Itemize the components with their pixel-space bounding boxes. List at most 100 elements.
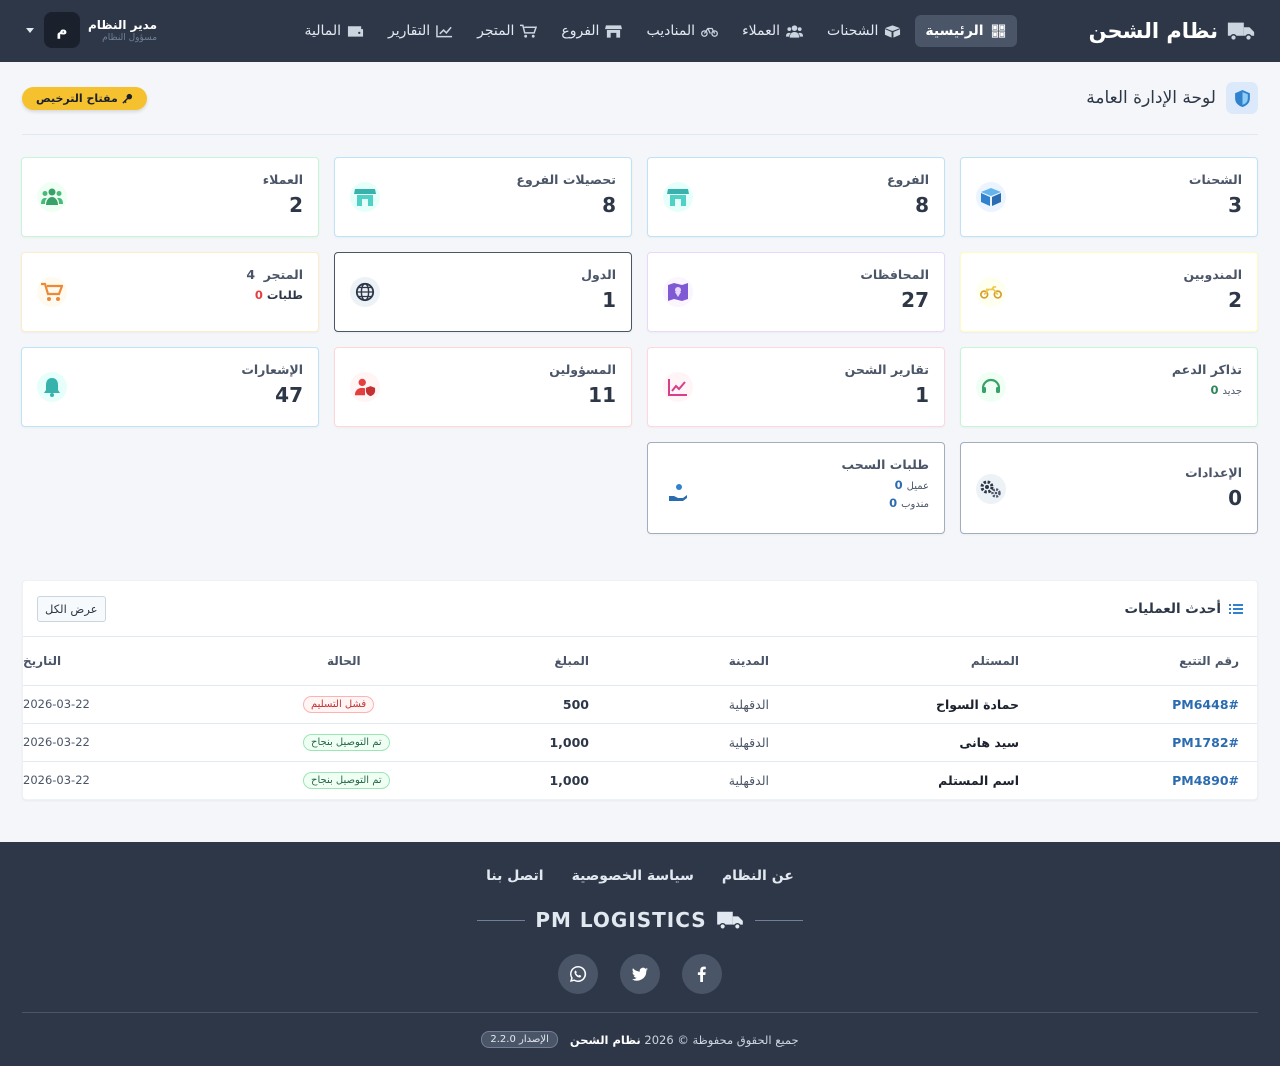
tracking-link[interactable]: PM1782#: [1172, 735, 1239, 750]
tracking-link[interactable]: PM6448#: [1172, 697, 1239, 712]
boxes-icon: [885, 25, 901, 38]
nav-item-branches[interactable]: الفروع: [551, 15, 632, 47]
city-cell: الدقهلية: [728, 772, 769, 788]
copyright: جميع الحقوق محفوظة © 2026 نظام الشحن الإ…: [0, 1031, 1280, 1048]
license-key-button[interactable]: مفتاح الترخيص: [22, 86, 147, 110]
globe-icon: [350, 277, 380, 307]
users-icon: [37, 182, 67, 212]
city-cell: الدقهلية: [607, 723, 787, 762]
receiver-cell: حمادة السواح: [787, 685, 1037, 724]
card-shipping-reports[interactable]: تقارير الشحن 1: [647, 347, 945, 427]
nav-item-couriers[interactable]: المناديب: [636, 15, 728, 47]
card-label: المتجر 4: [246, 267, 303, 282]
card-notifications[interactable]: الإشعارات 47: [21, 347, 319, 427]
card-support-tickets[interactable]: تذاكر الدعم جديد 0: [960, 347, 1258, 427]
copyright-prefix: جميع الحقوق محفوظة © 2026: [644, 1032, 799, 1047]
card-label: تذاكر الدعم: [1171, 362, 1242, 377]
card-text: الإشعارات 47: [241, 362, 303, 407]
user-info: مدير النظام مسؤول النظام: [88, 18, 157, 43]
user-name: مدير النظام: [88, 17, 158, 32]
card-text: طلبات السحب عميل 0 مندوب 0: [841, 457, 929, 510]
gears-icon: [976, 474, 1006, 504]
card-label: العملاء: [262, 172, 303, 187]
nav-item-shipments[interactable]: الشحنات: [817, 15, 911, 47]
facebook-icon[interactable]: [682, 954, 722, 994]
col-amount[interactable]: المبلغ: [457, 637, 607, 686]
version-badge: الإصدار 2.2.0: [481, 1031, 558, 1048]
col-receiver[interactable]: المستلم: [787, 637, 1037, 686]
divider: [22, 1012, 1258, 1013]
nav-item-label: التقارير: [388, 23, 431, 39]
shield-icon: [1226, 82, 1258, 114]
col-date[interactable]: التاريخ: [23, 637, 277, 686]
col-tracking[interactable]: رقم التتبع: [1037, 637, 1257, 686]
avatar[interactable]: م: [44, 12, 80, 48]
card-countries[interactable]: الدول 1: [334, 252, 632, 332]
card-store[interactable]: المتجر 4 طلبات 0: [21, 252, 319, 332]
receiver-cell: سيد هانى: [787, 723, 1037, 762]
withdrawals-customer: عميل 0: [841, 478, 929, 492]
motorcycle-icon: [976, 277, 1006, 307]
page-title-text: لوحة الإدارة العامة: [1086, 88, 1216, 108]
user-role: مسؤول النظام: [102, 32, 158, 43]
ops-header: أحدث العمليات عرض الكل: [23, 581, 1257, 637]
card-shipments[interactable]: الشحنات 3: [960, 157, 1258, 237]
nav-item-store[interactable]: المتجر: [467, 15, 547, 47]
date-cell: 2026-03-22: [23, 685, 277, 724]
card-officials[interactable]: المسؤولين 11: [334, 347, 632, 427]
card-text: الإعدادات 0: [1185, 465, 1242, 510]
card-value: 27: [901, 288, 929, 312]
nav-item-reports[interactable]: التقارير: [378, 15, 463, 47]
card-branches[interactable]: الفروع 8: [647, 157, 945, 237]
status-badge: تم التوصيل بنجاح: [303, 734, 390, 751]
footer-link-contact[interactable]: اتصل بنا: [486, 868, 543, 884]
social-links: [0, 954, 1280, 994]
footer-link-about[interactable]: عن النظام: [722, 868, 794, 884]
status-badge: تم التوصيل بنجاح: [303, 772, 390, 790]
truck-icon: [1227, 22, 1255, 42]
card-settings[interactable]: الإعدادات 0: [960, 442, 1258, 534]
card-label: الإعدادات: [1185, 465, 1242, 480]
card-text: المسؤولين 11: [549, 362, 616, 407]
view-all-button[interactable]: عرض الكل: [37, 595, 106, 622]
card-text: المحافظات 27: [860, 267, 929, 312]
card-couriers[interactable]: المندوبين 2: [960, 252, 1258, 332]
courier-value: 0: [889, 496, 898, 510]
card-withdrawals[interactable]: طلبات السحب عميل 0 مندوب 0: [647, 442, 945, 534]
wallet-icon: [347, 26, 364, 37]
card-value: 1: [602, 288, 616, 312]
col-status[interactable]: الحالة: [277, 637, 457, 686]
card-text: الفروع 8: [887, 172, 929, 217]
card-value: 8: [602, 193, 616, 217]
footer-logo: PM LOGISTICS: [535, 908, 744, 932]
nav-item-label: المتجر: [477, 23, 515, 39]
card-governorates[interactable]: المحافظات 27: [647, 252, 945, 332]
table-row[interactable]: PM6448# حمادة السواح الدقهلية 500 فشل ال…: [23, 685, 1257, 724]
card-value: 8: [915, 193, 929, 217]
store-count: 4: [246, 267, 256, 282]
card-branch-collections[interactable]: تحصيلات الفروع 8: [334, 157, 632, 237]
ops-title: أحدث العمليات: [1125, 601, 1243, 617]
table-row[interactable]: PM1782# سيد هانى الدقهلية 1,000 تم التوص…: [23, 723, 1257, 762]
bell-icon: [37, 372, 67, 402]
nav-item-home[interactable]: الرئيسية: [915, 15, 1017, 47]
col-city[interactable]: المدينة: [607, 637, 787, 686]
card-text: الشحنات 3: [1189, 172, 1242, 217]
support-new: جديد 0: [1172, 383, 1243, 397]
nav-item-customers[interactable]: العملاء: [732, 15, 813, 47]
twitter-icon[interactable]: [620, 954, 660, 994]
nav-item-finance[interactable]: المالية: [295, 15, 375, 47]
card-value: 0: [1228, 486, 1242, 510]
brand[interactable]: نظام الشحن: [1089, 19, 1256, 43]
whatsapp-icon[interactable]: [558, 954, 598, 994]
chevron-down-icon[interactable]: [26, 27, 34, 33]
user-menu[interactable]: مدير النظام مسؤول النظام م: [26, 12, 157, 48]
card-customers[interactable]: العملاء 2: [21, 157, 319, 237]
nav-item-label: العملاء: [742, 23, 781, 39]
card-text: العملاء 2: [263, 172, 303, 217]
table-row[interactable]: PM4890# اسم المستلم الدقهلية 1,000 تم ال…: [23, 761, 1257, 799]
card-label: المندوبين: [1183, 267, 1243, 282]
footer-link-privacy[interactable]: سياسة الخصوصية: [572, 868, 694, 884]
card-label: الإشعارات: [241, 362, 303, 377]
tracking-link[interactable]: PM4890#: [1172, 773, 1239, 788]
